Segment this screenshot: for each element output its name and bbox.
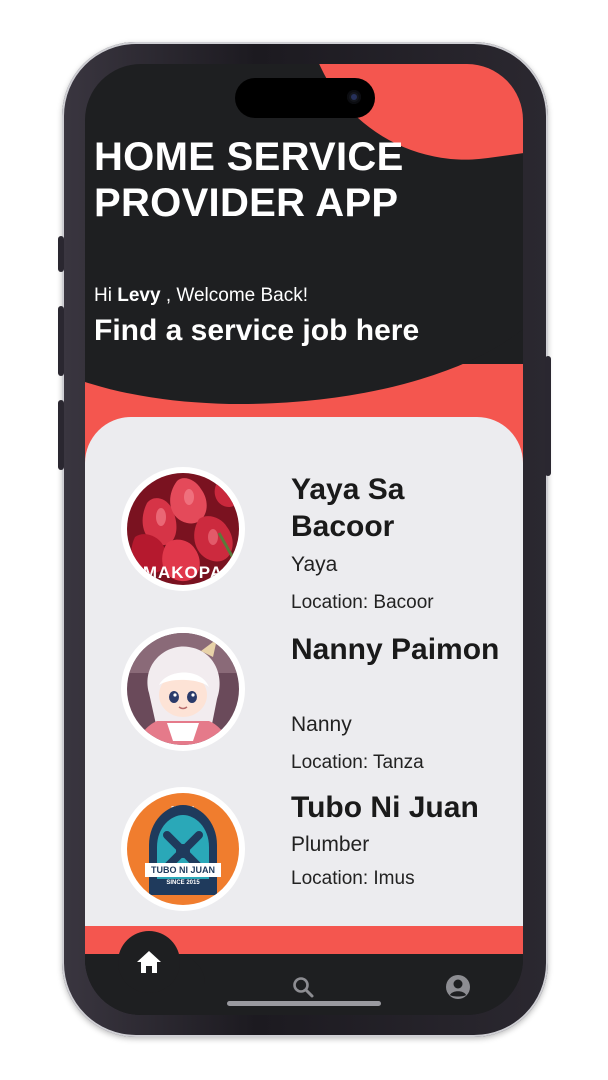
home-indicator: [227, 1001, 381, 1006]
provider-role: Plumber: [291, 833, 370, 856]
greeting-prefix: Hi: [94, 285, 118, 306]
provider-name: Nanny Paimon: [291, 633, 500, 666]
camera-icon: [347, 90, 361, 104]
greeting: Hi Levy , Welcome Back!: [94, 285, 308, 307]
provider-avatar: MAKOPA: [121, 467, 245, 591]
home-button[interactable]: [118, 931, 180, 993]
provider-card-paimon[interactable]: Nanny Paimon Nanny Location: Tanza: [121, 625, 501, 775]
logo-brand-text: TUBO NI JUAN: [150, 865, 215, 875]
account-icon: [446, 975, 470, 999]
paimon-photo: [127, 633, 239, 745]
avatar-caption: MAKOPA: [142, 563, 224, 582]
tagline: Find a service job here: [94, 314, 420, 347]
provider-avatar: [121, 627, 245, 751]
dynamic-island: [235, 78, 375, 118]
provider-location: Location: Tanza: [291, 752, 424, 773]
search-icon: [293, 977, 314, 998]
provider-card-yaya[interactable]: MAKOPA Yaya Sa Bacoor Yaya Location: Bac…: [121, 465, 501, 615]
home-icon: [137, 951, 161, 973]
provider-name: Yaya Sa Bacoor: [291, 473, 405, 543]
provider-location: Location: Bacoor: [291, 592, 434, 613]
volume-up-button: [58, 306, 64, 376]
provider-role: Yaya: [291, 553, 338, 576]
provider-list: MAKOPA Yaya Sa Bacoor Yaya Location: Bac…: [85, 417, 523, 937]
makopa-photo: MAKOPA: [127, 473, 239, 585]
user-name: Levy: [117, 285, 161, 306]
volume-down-button: [58, 400, 64, 470]
greeting-suffix: , Welcome Back!: [160, 285, 309, 306]
provider-avatar: REPAIR & MAINTENANCE TUBO NI JUAN SINCE …: [121, 787, 245, 911]
provider-name: Tubo Ni Juan: [291, 791, 479, 824]
provider-role: Nanny: [291, 713, 352, 736]
search-button[interactable]: [290, 974, 316, 1000]
provider-card-tubo[interactable]: REPAIR & MAINTENANCE TUBO NI JUAN SINCE …: [121, 787, 501, 917]
provider-location: Location: Imus: [291, 868, 415, 889]
tubo-logo: REPAIR & MAINTENANCE TUBO NI JUAN SINCE …: [127, 793, 239, 905]
action-button: [58, 236, 64, 272]
power-button: [545, 356, 551, 476]
logo-since-text: SINCE 2015: [166, 880, 200, 886]
app-title: HOME SERVICE PROVIDER APP: [94, 135, 404, 225]
account-button[interactable]: [445, 974, 471, 1000]
app-screen: HOME SERVICE PROVIDER APP Hi Levy , Welc…: [85, 64, 523, 1015]
